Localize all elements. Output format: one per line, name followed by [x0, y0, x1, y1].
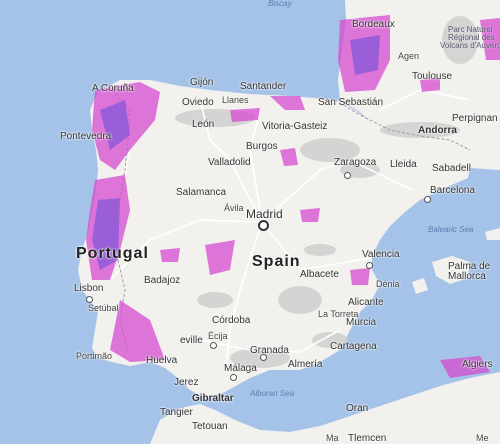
label-santander: Santander	[240, 81, 287, 92]
label-valencia: Valencia	[362, 249, 400, 260]
granada-marker[interactable]	[260, 354, 267, 361]
label-vitoria: Vitoria-Gasteiz	[262, 121, 328, 132]
label-spain: Spain	[252, 253, 301, 270]
label-palma2: Mallorca	[448, 271, 486, 282]
label-balearic-sea: Balearic Sea	[428, 225, 474, 234]
label-a-coruna: A Coruña	[92, 83, 134, 94]
sevilla-marker[interactable]	[210, 342, 217, 349]
lisbon-marker[interactable]	[86, 296, 93, 303]
label-lleida: Lleida	[390, 159, 417, 170]
label-barcelona: Barcelona	[430, 185, 476, 196]
label-portugal: Portugal	[76, 245, 149, 262]
label-huelva: Huelva	[146, 355, 178, 366]
map-canvas[interactable]	[0, 0, 500, 444]
label-oran: Oran	[346, 403, 369, 414]
label-cartagena: Cartagena	[330, 341, 377, 352]
label-gibraltar: Gibraltar	[192, 393, 234, 404]
label-ma: Ma	[326, 433, 339, 443]
label-parc3: Volcans d'Auvergne	[440, 41, 500, 50]
label-biscay: Biscay	[268, 0, 292, 8]
label-gijon: Gijón	[190, 77, 214, 88]
label-zaragoza: Zaragoza	[334, 157, 377, 168]
label-setubal: Setúbal	[88, 303, 119, 313]
label-madrid: Madrid	[246, 207, 283, 221]
label-albacete: Albacete	[300, 269, 339, 280]
label-alicante: Alicante	[348, 297, 384, 308]
label-malaga: Málaga	[224, 363, 257, 374]
label-sevilla: eville	[180, 335, 203, 346]
label-pontevedra: Pontevedra	[60, 131, 112, 142]
label-denia: Dénia	[376, 279, 400, 289]
label-algiers: Algiers	[462, 359, 493, 370]
label-cordoba: Córdoba	[212, 315, 251, 326]
label-bordeaux: Bordeaux	[352, 19, 395, 30]
label-perpignan: Perpignan	[452, 113, 498, 124]
label-valladolid: Valladolid	[208, 157, 251, 168]
label-san-sebastian: San Sebastián	[318, 97, 384, 108]
label-granada: Granada	[250, 345, 289, 356]
label-llanes: Llanes	[222, 95, 249, 105]
label-burgos: Burgos	[246, 141, 278, 152]
zaragoza-marker[interactable]	[344, 172, 351, 179]
label-salamanca: Salamanca	[176, 187, 227, 198]
label-lisbon: Lisbon	[74, 283, 104, 294]
label-tangier: Tangier	[160, 407, 193, 418]
label-alboran-sea: Alboran Sea	[250, 389, 295, 398]
label-me: Me	[476, 433, 489, 443]
label-andorra: Andorra	[418, 125, 457, 136]
label-agen: Agen	[398, 51, 420, 61]
barcelona-marker[interactable]	[424, 196, 431, 203]
label-badajoz: Badajoz	[144, 275, 181, 286]
label-tlemcen: Tlemcen	[348, 433, 387, 444]
label-sabadell: Sabadell	[432, 163, 471, 174]
label-oviedo: Oviedo	[182, 97, 214, 108]
map-view[interactable]: Biscay Bordeaux Agen Toulouse Parc Natur…	[0, 0, 500, 444]
label-tetouan: Tetouan	[192, 421, 228, 432]
label-leon: León	[192, 119, 215, 130]
label-toulouse: Toulouse	[412, 71, 453, 82]
valencia-marker[interactable]	[366, 262, 373, 269]
label-portimao: Portimão	[76, 351, 113, 361]
label-almeria: Almería	[288, 359, 323, 370]
label-murcia: Murcia	[346, 317, 377, 328]
label-avila: Ávila	[224, 203, 244, 213]
madrid-marker[interactable]	[258, 220, 269, 231]
label-ecija: Écija	[208, 331, 228, 341]
malaga-marker[interactable]	[230, 374, 237, 381]
label-jerez: Jerez	[174, 377, 199, 388]
